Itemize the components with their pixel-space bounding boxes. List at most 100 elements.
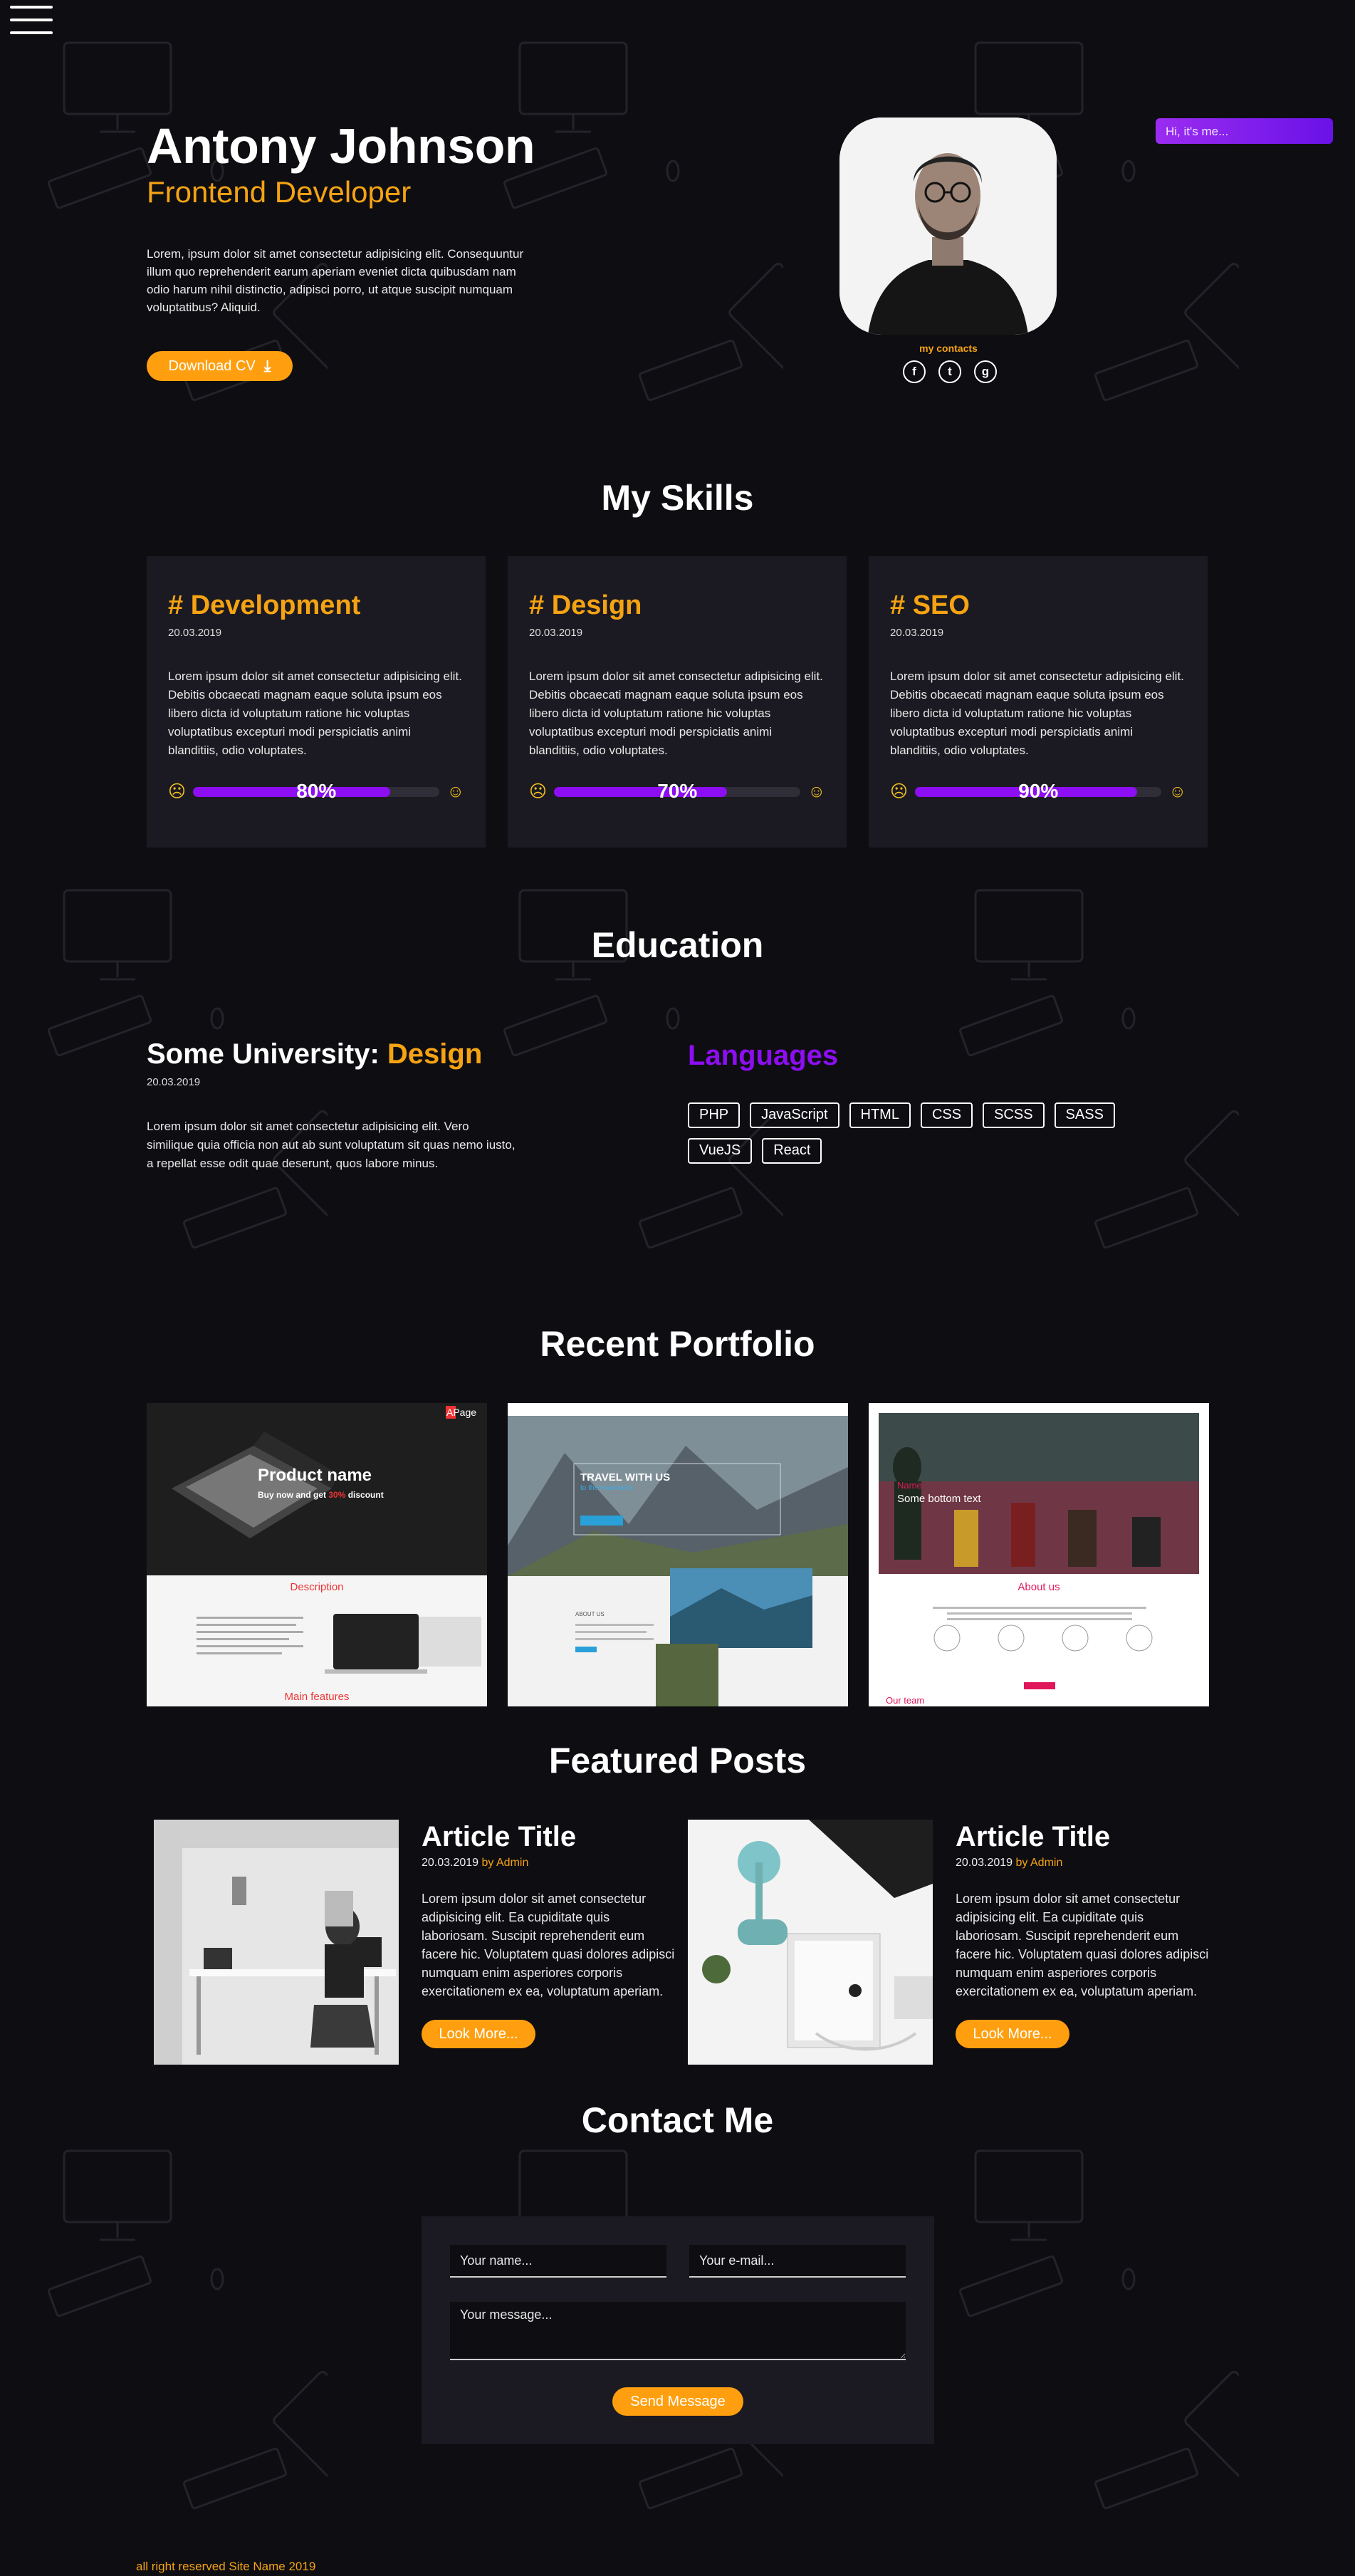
portfolio-item-1[interactable]: APage Product name Buy now and get 30% d… [147,1403,487,1706]
name-input[interactable] [450,2245,666,2278]
portfolio-section-label: Main features [284,1691,350,1703]
download-icon: ⤓ [263,357,271,375]
sad-face-icon: ☹ [890,782,909,801]
education-school: Some University: Design [147,1038,482,1070]
social-links: f t g [900,360,1000,383]
skill-title: # SEO [890,590,970,620]
portfolio-section-label: About us [1017,1581,1060,1593]
post-text: Lorem ipsum dolor sit amet consectetur a… [956,1892,1209,1998]
skill-card-development: # Development 20.03.2019 Lorem ipsum dol… [147,556,486,848]
github-icon[interactable]: g [974,360,997,383]
sad-face-icon: ☹ [529,782,548,801]
portfolio-item-2[interactable]: TRAVEL WITH US to the mountains ABOUT US [508,1403,848,1706]
background-pattern [0,0,1355,2576]
skill-text: Lorem ipsum dolor sit amet consectetur a… [890,669,1184,757]
chat-bubble[interactable]: Hi, it's me... [1156,118,1333,144]
skill-text: Lorem ipsum dolor sit amet consectetur a… [529,669,823,757]
language-tag: CSS [920,1102,973,1128]
skill-bar-row: ☹ 90% ☺ [890,780,1186,802]
post-by: by [1015,1857,1028,1869]
post-meta: 20.03.2019 by Admin [422,1857,528,1870]
portfolio-logo: APage [446,1407,477,1418]
twitter-icon[interactable]: t [938,360,961,383]
language-tag: React [762,1138,822,1164]
skill-bar-row: ☹ 80% ☺ [168,780,464,802]
skill-bar-row: ☹ 70% ☺ [529,780,825,802]
post-title[interactable]: Article Title [422,1821,576,1853]
portfolio-overlay-title: Name [897,1480,922,1491]
language-tag: JavaScript [750,1102,839,1128]
post-card: Article Title 20.03.2019 by Admin Lorem … [154,1820,681,2069]
download-cv-label: Download CV [168,358,256,374]
post-by: by [481,1857,494,1869]
skill-bar: 90% [915,780,1162,802]
portfolio-section-label: ABOUT US [575,1611,605,1617]
send-message-button[interactable]: Send Message [612,2387,743,2416]
post-text: Lorem ipsum dolor sit amet consectetur a… [422,1892,675,1998]
language-tags: PHP JavaScript HTML CSS SCSS SASS VueJS … [688,1102,1172,1164]
skill-level-label: 80% [296,779,337,802]
education-title: Education [591,925,764,965]
skill-card-seo: # SEO 20.03.2019 Lorem ipsum dolor sit a… [869,556,1208,848]
look-more-button[interactable]: Look More... [956,2020,1069,2048]
skill-date: 20.03.2019 [529,627,583,639]
languages-title: Languages [688,1040,839,1071]
sad-face-icon: ☹ [168,782,187,801]
language-tag: PHP [688,1102,741,1128]
skills-title: My Skills [601,478,754,518]
portfolio-subheading: to the mountains [580,1484,633,1492]
hero-role: Frontend Developer [147,175,412,209]
post-author[interactable]: Admin [496,1857,528,1869]
contacts-label: my contacts [919,343,978,354]
skill-level-label: 90% [1018,779,1059,802]
look-more-button[interactable]: Look More... [422,2020,535,2048]
portfolio-heading: Product name [258,1466,372,1485]
message-textarea[interactable] [450,2302,906,2360]
email-input[interactable] [689,2245,906,2278]
skill-level-label: 70% [657,779,698,802]
post-date: 20.03.2019 [422,1857,479,1869]
skill-date: 20.03.2019 [890,627,944,639]
footer-text: all right reserved Site Name 2019 [136,2560,316,2573]
hero-name: Antony Johnson [147,118,535,174]
portfolio-title: Recent Portfolio [540,1324,815,1364]
happy-face-icon: ☺ [446,781,464,801]
skill-bar: 80% [193,780,440,802]
skill-text: Lorem ipsum dolor sit amet consectetur a… [168,669,462,757]
hero-intro: Lorem, ipsum dolor sit amet consectetur … [147,247,524,314]
skill-card-design: # Design 20.03.2019 Lorem ipsum dolor si… [508,556,847,848]
facebook-icon[interactable]: f [903,360,926,383]
skill-title: # Development [168,590,361,620]
happy-face-icon: ☺ [807,781,825,801]
post-meta: 20.03.2019 by Admin [956,1857,1062,1870]
post-image[interactable] [154,1820,399,2065]
portfolio-overlay-text: Some bottom text [897,1493,981,1505]
post-card: Article Title 20.03.2019 by Admin Lorem … [688,1820,1215,2069]
contact-title: Contact Me [581,2100,774,2140]
language-tag: SCSS [983,1102,1045,1128]
skill-title: # Design [529,590,642,620]
post-author[interactable]: Admin [1030,1857,1062,1869]
portfolio-section-label: Description [290,1581,344,1593]
portfolio-subheading: Buy now and get 30% discount [258,1490,384,1500]
post-title[interactable]: Article Title [956,1821,1110,1853]
avatar [839,118,1057,335]
language-tag: SASS [1054,1102,1115,1128]
happy-face-icon: ☺ [1168,781,1186,801]
portfolio-section-label: Our team [886,1695,925,1706]
contact-form: Send Message [422,2216,934,2444]
language-tag: HTML [849,1102,911,1128]
school-name: Some University: [147,1038,380,1070]
download-cv-button[interactable]: Download CV ⤓ [147,351,293,381]
hamburger-menu-icon[interactable] [10,6,53,40]
skill-bar: 70% [554,780,801,802]
language-tag: VueJS [688,1138,753,1164]
education-text: Lorem ipsum dolor sit amet consectetur a… [147,1120,516,1170]
post-image[interactable] [688,1820,933,2065]
school-field: Design [387,1038,483,1070]
portfolio-item-3[interactable]: Name Some bottom text About us Our team [869,1403,1209,1706]
post-date: 20.03.2019 [956,1857,1013,1869]
portfolio-heading: TRAVEL WITH US [580,1471,671,1483]
education-date: 20.03.2019 [147,1076,201,1088]
skill-date: 20.03.2019 [168,627,222,639]
